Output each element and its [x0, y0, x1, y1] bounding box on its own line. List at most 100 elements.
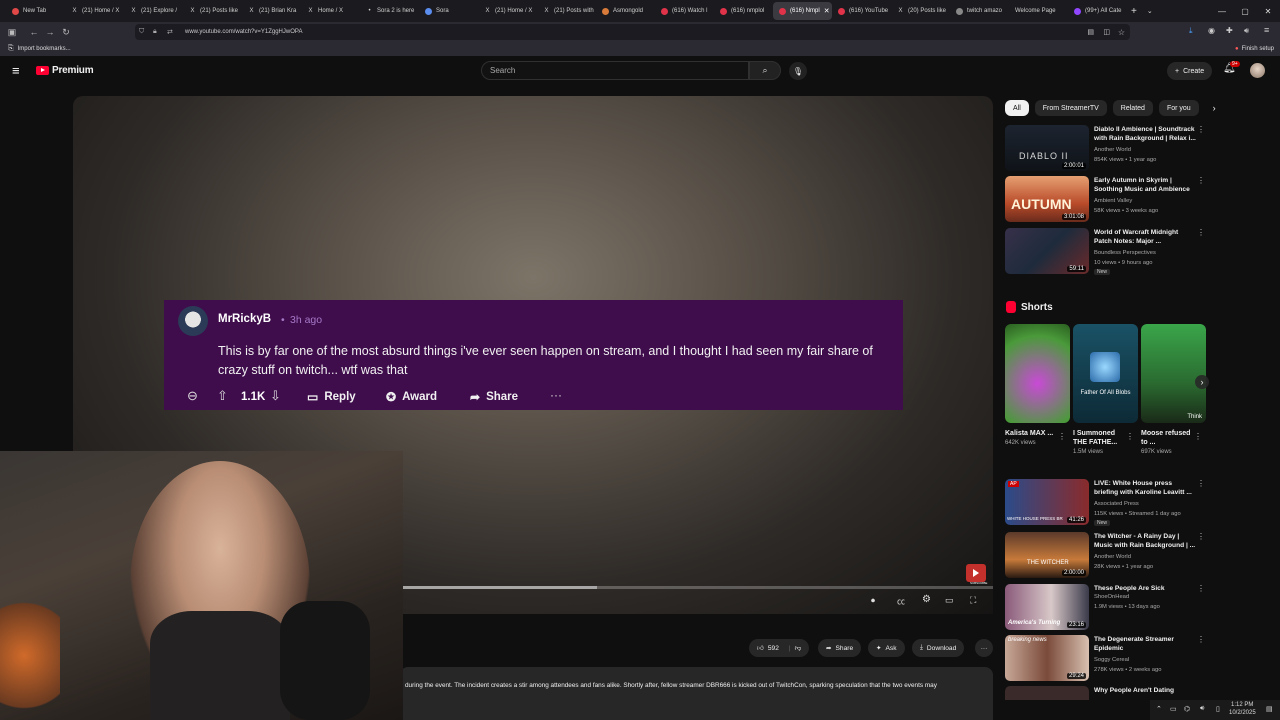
avatar[interactable] — [1250, 63, 1265, 78]
video-thumbnail[interactable]: America's Turning 23:16 — [1005, 584, 1089, 630]
reader-mode-icon[interactable]: ▤ — [1087, 28, 1094, 36]
short-card[interactable]: Kalista MAX ... 642K views — [1005, 324, 1070, 446]
chip-related[interactable]: Related — [1112, 100, 1153, 116]
short-title[interactable]: Moose refused to ... — [1141, 429, 1193, 447]
more-vert-icon[interactable]: ⋮ — [1197, 125, 1205, 134]
more-options-icon[interactable]: ··· — [550, 388, 562, 402]
account-icon[interactable]: ◉ — [1208, 26, 1215, 35]
recommended-video[interactable]: AP WHITE HOUSE PRESS BR 41:26 LIVE: White … — [1005, 479, 1205, 526]
video-thumbnail[interactable] — [1005, 686, 1089, 700]
download-button[interactable]: ⤓ Download — [912, 639, 965, 657]
short-title[interactable]: Kalista MAX ... — [1005, 429, 1057, 438]
browser-tab[interactable]: (616) nmplol — [714, 2, 773, 20]
video-channel[interactable]: Associated Press — [1094, 501, 1204, 507]
battery-icon[interactable]: ▯ — [1216, 705, 1220, 713]
search-button[interactable]: ⌕ — [749, 61, 781, 80]
maximize-icon[interactable]: ▢ — [1234, 0, 1256, 22]
browser-tab[interactable]: X Home / X — [301, 2, 360, 20]
video-channel[interactable]: Soggy Cereal — [1094, 657, 1204, 663]
video-thumbnail[interactable]: AUTUMN 3:01:08 — [1005, 176, 1089, 222]
address-bar[interactable]: ⛉ 🔒︎ ⇄ www.youtube.com/watch?v=Y1ZggHJwO… — [135, 24, 1130, 40]
more-vert-icon[interactable]: ⋮ — [1197, 532, 1205, 541]
chip-from-channel[interactable]: From StreamerTV — [1034, 100, 1107, 116]
like-button[interactable]: 👍︎ 592 | 👎︎ — [749, 639, 810, 657]
browser-tab[interactable]: X (21) Explore / — [124, 2, 183, 20]
import-bookmarks-link[interactable]: Import bookmarks... — [18, 46, 71, 52]
speaker-icon[interactable]: 🔊︎ — [1244, 26, 1249, 36]
video-thumbnail[interactable]: THE WITCHER 2:00:00 — [1005, 532, 1089, 578]
more-vert-icon[interactable]: ⋮ — [1197, 228, 1205, 237]
recommended-video[interactable]: Why People Aren't Dating — [1005, 686, 1205, 700]
thumbs-down-icon[interactable]: 👎︎ — [795, 644, 802, 652]
bookmark-star-icon[interactable]: ☆ — [1118, 28, 1125, 37]
clock-time[interactable]: 1:12 PM — [1231, 702, 1253, 708]
recommended-video[interactable]: America's Turning 23:16 These People Are … — [1005, 584, 1205, 630]
captions-icon[interactable]: ㏄ — [897, 596, 905, 607]
award-button[interactable]: ✪ Award — [386, 390, 437, 404]
video-title[interactable]: Diablo II Ambience | Soundtrack with Rai… — [1094, 125, 1198, 143]
video-thumbnail[interactable]: 59:11 — [1005, 228, 1089, 274]
browser-tab[interactable]: X (21) Brian Kra — [242, 2, 301, 20]
menu-hamburger-icon[interactable]: ≡ — [1264, 25, 1269, 35]
download-icon[interactable]: ⤓ — [1189, 26, 1193, 36]
shorts-next-chevron-icon[interactable]: › — [1195, 375, 1209, 389]
monitor-icon[interactable]: ▭ — [1170, 705, 1177, 713]
video-channel[interactable]: Another World — [1094, 147, 1204, 153]
video-title[interactable]: The Witcher - A Rainy Day | Music with R… — [1094, 532, 1198, 550]
video-channel[interactable]: Ambient Valley — [1094, 198, 1204, 204]
pip-icon[interactable]: ◫ — [1103, 28, 1110, 36]
video-channel[interactable]: Another World — [1094, 554, 1204, 560]
chip-all[interactable]: All — [1005, 100, 1029, 116]
short-thumbnail[interactable] — [1005, 324, 1070, 423]
browser-tab[interactable]: Sora — [419, 2, 478, 20]
close-window-icon[interactable]: ✕ — [1257, 0, 1279, 22]
theater-mode-icon[interactable]: ▭ — [945, 595, 954, 606]
ask-button[interactable]: ✦ Ask — [868, 639, 905, 657]
fullscreen-icon[interactable]: ⛶ — [970, 595, 976, 606]
upvote-arrow-icon[interactable]: ⇧ — [217, 388, 228, 404]
voice-search-button[interactable]: 🎙︎ — [789, 62, 807, 80]
settings-gear-icon[interactable]: ⚙ — [922, 594, 931, 605]
browser-tab[interactable]: • Sora 2 is here — [360, 2, 419, 20]
browser-tab[interactable]: Welcome Page — [1009, 2, 1068, 20]
chevron-right-icon[interactable]: › — [1213, 103, 1216, 113]
clock-date[interactable]: 10/2/2025 — [1229, 710, 1256, 716]
video-title[interactable]: World of Warcraft Midnight Patch Notes: … — [1094, 228, 1198, 246]
browser-tab[interactable]: twitch amazo — [950, 2, 1009, 20]
video-thumbnail[interactable]: breaking news 29:24 — [1005, 635, 1089, 681]
chip-for-you[interactable]: For you — [1158, 100, 1199, 116]
more-vert-icon[interactable]: ⋮ — [1126, 432, 1134, 441]
network-icon[interactable]: ⌬ — [1184, 705, 1190, 713]
video-channel[interactable]: Boundless Perspectives — [1094, 250, 1204, 256]
tray-chevron-icon[interactable]: ⌃ — [1156, 705, 1162, 713]
recommended-video[interactable]: 59:11 World of Warcraft Midnight Patch N… — [1005, 228, 1205, 275]
video-thumbnail[interactable]: DIABLO II 2:00:01 — [1005, 125, 1089, 171]
video-channel[interactable]: ShoeOnHead — [1094, 594, 1204, 600]
guide-menu-icon[interactable]: ≡ — [12, 63, 20, 78]
browser-tab[interactable]: (616) YouTube — [832, 2, 891, 20]
browser-tab[interactable]: X (21) Home / X — [478, 2, 537, 20]
tab-list-chevron-icon[interactable]: ⌄ — [1147, 7, 1153, 15]
extensions-icon[interactable]: ✚ — [1226, 26, 1233, 35]
reply-button[interactable]: ▭ Reply — [307, 390, 356, 404]
finish-setup-button[interactable]: ● Finish setup — [1235, 46, 1274, 52]
minimize-icon[interactable]: — — [1211, 0, 1233, 22]
browser-tab[interactable]: (99+) All Cate — [1068, 2, 1127, 20]
notification-center-icon[interactable]: ▤ — [1266, 705, 1273, 713]
browser-tab[interactable]: X (21) Posts like — [183, 2, 242, 20]
forward-arrow-icon[interactable]: → — [42, 24, 58, 40]
collapse-minus-icon[interactable]: ⊖ — [187, 388, 198, 404]
video-title[interactable]: The Degenerate Streamer Epidemic — [1094, 635, 1198, 653]
search-input[interactable]: Search — [481, 61, 749, 80]
share-button[interactable]: ➦ Share — [818, 639, 862, 657]
recommended-video[interactable]: AUTUMN 3:01:08 Early Autumn in Skyrim | S… — [1005, 176, 1205, 222]
more-vert-icon[interactable]: ⋮ — [1194, 432, 1202, 441]
browser-tab[interactable]: Asmongold — [596, 2, 655, 20]
video-title[interactable]: Why People Aren't Dating — [1094, 686, 1198, 695]
create-button[interactable]: + Create — [1167, 62, 1213, 80]
reload-icon[interactable]: ↻ — [58, 24, 74, 40]
browser-tab[interactable]: X (21) Posts with — [537, 2, 596, 20]
short-thumbnail[interactable]: Think — [1141, 324, 1206, 423]
more-actions-button[interactable]: ··· — [975, 639, 993, 657]
browser-tab[interactable]: New Tab — [6, 2, 65, 20]
